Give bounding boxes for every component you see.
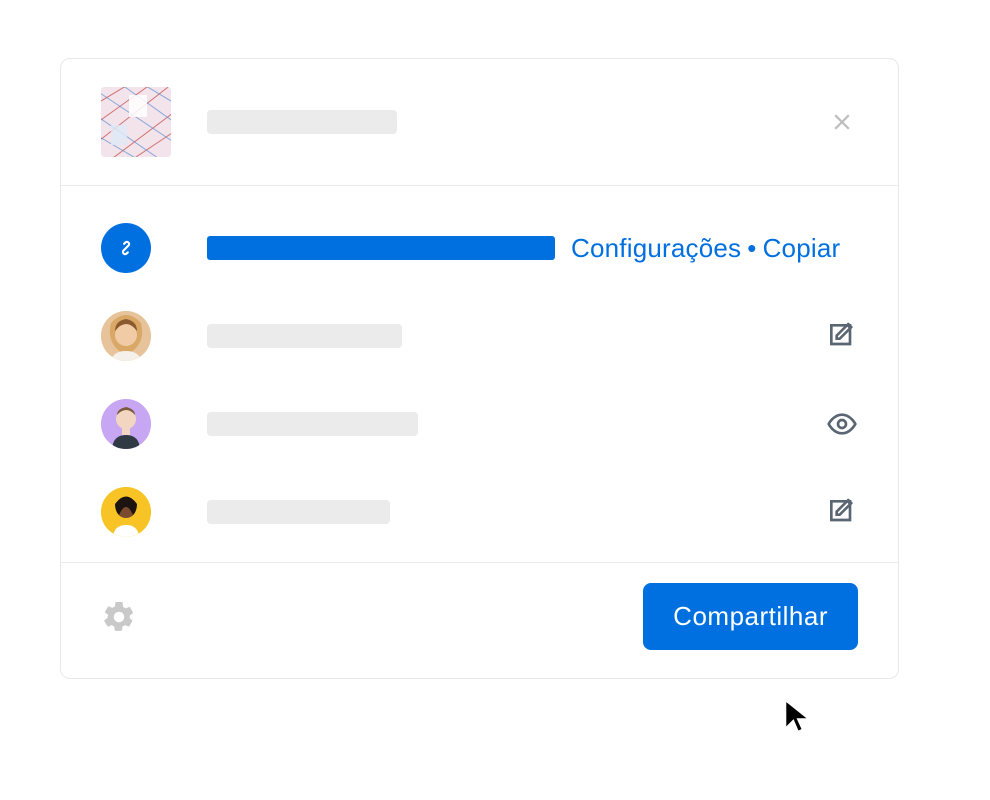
permission-edit-button[interactable]	[826, 496, 858, 528]
permission-edit-button[interactable]	[826, 320, 858, 352]
dialog-body: Configurações•Copiar	[61, 186, 898, 562]
cursor-icon	[779, 697, 817, 735]
member-row	[101, 380, 858, 468]
link-url-placeholder	[207, 236, 555, 260]
avatar	[101, 487, 151, 537]
share-button[interactable]: Compartilhar	[643, 583, 858, 650]
member-row	[101, 468, 858, 556]
file-thumbnail	[101, 87, 171, 157]
share-link-row: Configurações•Copiar	[101, 204, 858, 292]
member-name-placeholder	[207, 500, 390, 524]
link-actions: Configurações•Copiar	[571, 233, 840, 264]
member-name-placeholder	[207, 412, 418, 436]
share-dialog: Configurações•Copiar	[60, 58, 899, 679]
member-name-placeholder	[207, 324, 402, 348]
dialog-footer: Compartilhar	[61, 562, 898, 678]
link-icon	[113, 235, 139, 261]
eye-icon	[826, 408, 858, 440]
close-icon	[829, 109, 855, 135]
separator: •	[741, 233, 762, 263]
member-row	[101, 292, 858, 380]
edit-icon	[826, 320, 858, 352]
link-settings-link[interactable]: Configurações	[571, 233, 741, 263]
permission-view-button[interactable]	[826, 408, 858, 440]
dialog-header	[61, 59, 898, 186]
file-title-placeholder	[207, 110, 397, 134]
close-button[interactable]	[826, 106, 858, 138]
avatar	[101, 311, 151, 361]
edit-icon	[826, 496, 858, 528]
link-icon-circle	[101, 223, 151, 273]
settings-button[interactable]	[101, 599, 137, 635]
avatar	[101, 399, 151, 449]
link-copy-link[interactable]: Copiar	[763, 233, 841, 263]
gear-icon	[101, 599, 137, 635]
